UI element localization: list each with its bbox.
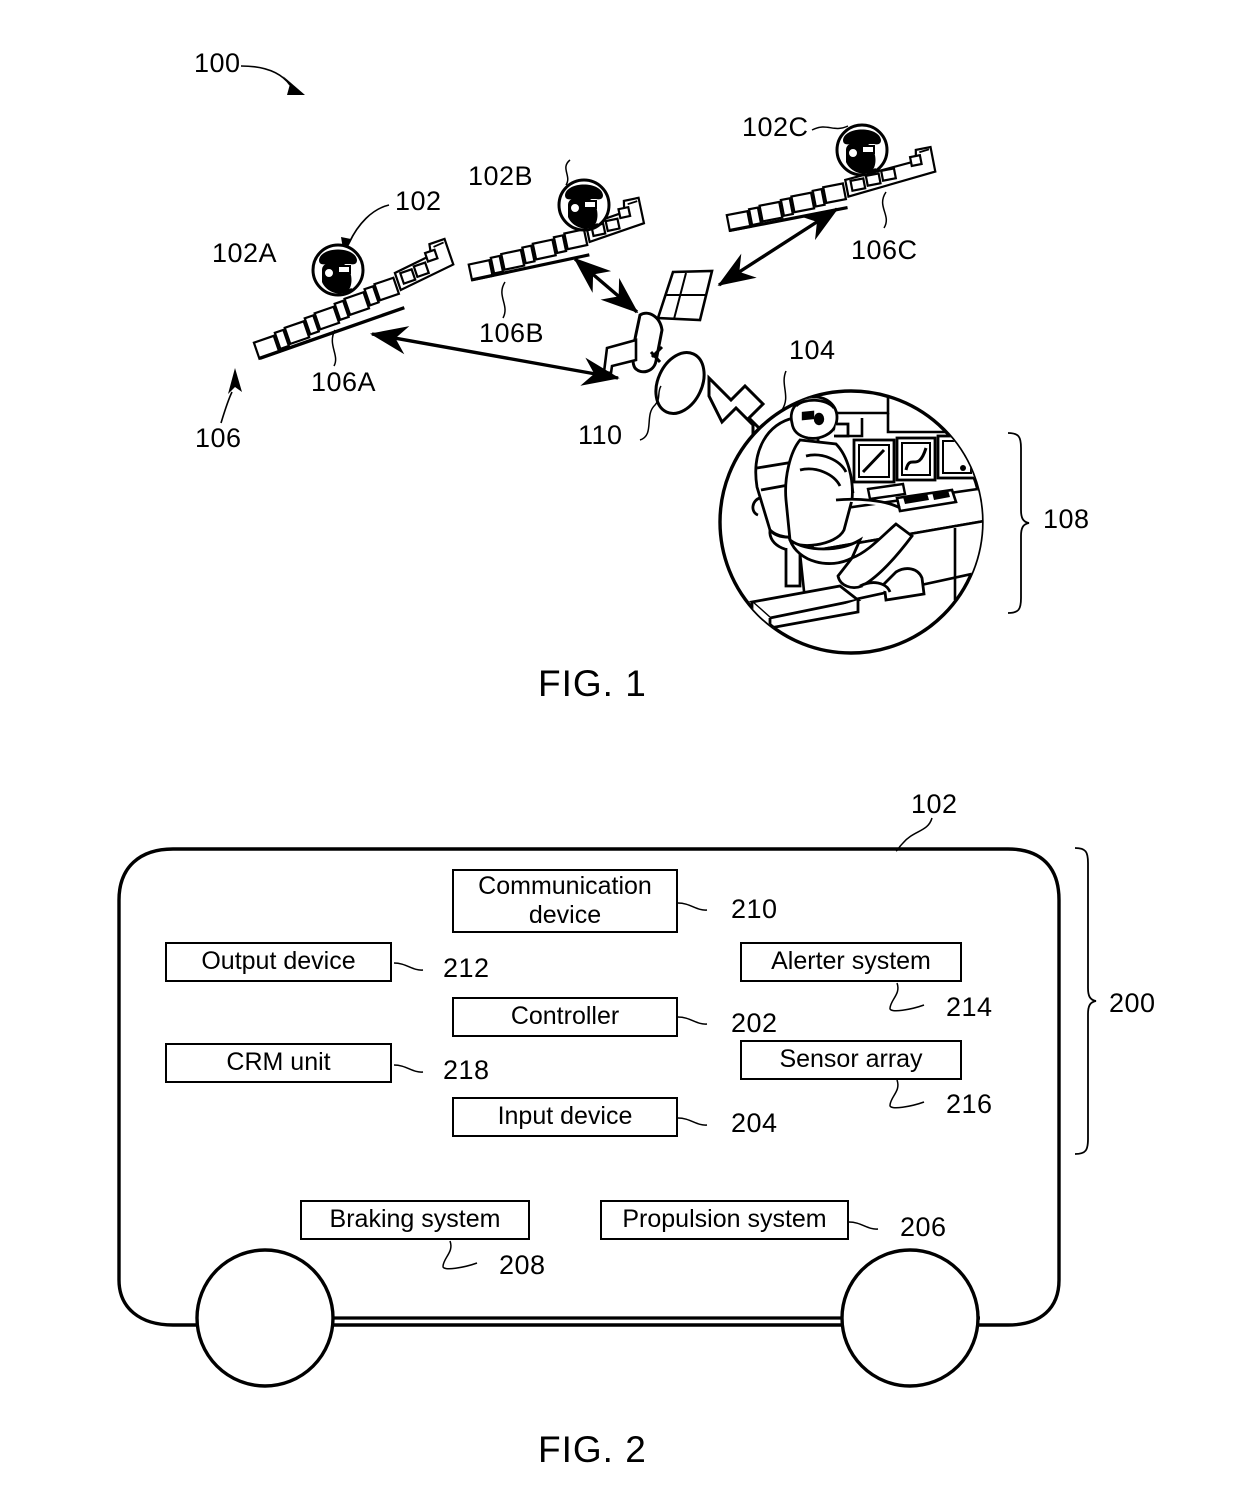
figure-1-caption: FIG. 1 bbox=[538, 663, 647, 704]
vehicle-consist-106B bbox=[467, 196, 646, 282]
vehicle-wheel-left bbox=[195, 1248, 335, 1388]
block-sensor-array[interactable]: Sensor array bbox=[740, 1040, 962, 1080]
ref-label-fig2-102: 102 bbox=[911, 789, 958, 819]
back-office-108 bbox=[718, 389, 984, 655]
ref-label-210: 210 bbox=[731, 894, 778, 924]
block-controller-label: Controller bbox=[510, 1002, 620, 1031]
operator-icon-102B bbox=[557, 178, 611, 232]
ref-label-102A: 102A bbox=[212, 238, 278, 268]
patent-drawing-sheet: 100 102 102A 102B 102C 104 106 106A 106B… bbox=[0, 0, 1240, 1504]
ref-label-102B: 102B bbox=[468, 161, 534, 191]
block-braking-system[interactable]: Braking system bbox=[300, 1200, 530, 1240]
ref-label-102: 102 bbox=[395, 186, 442, 216]
leader-100 bbox=[240, 65, 305, 95]
ref-label-206: 206 bbox=[900, 1212, 947, 1242]
ref-label-216: 216 bbox=[946, 1089, 993, 1119]
ref-label-106B: 106B bbox=[479, 318, 545, 348]
ref-label-214: 214 bbox=[946, 992, 993, 1022]
block-output-device[interactable]: Output device bbox=[165, 942, 392, 982]
block-alerter-system[interactable]: Alerter system bbox=[740, 942, 962, 982]
ref-label-200: 200 bbox=[1109, 988, 1156, 1018]
figure-1-group bbox=[220, 65, 1030, 655]
ref-label-108: 108 bbox=[1043, 504, 1090, 534]
operator-icon-102A bbox=[311, 243, 365, 297]
vehicle-consist-106C bbox=[725, 145, 937, 233]
block-controller[interactable]: Controller bbox=[452, 997, 678, 1037]
ref-label-106C: 106C bbox=[851, 235, 918, 265]
ref-label-102C: 102C bbox=[742, 112, 809, 142]
leader-106C bbox=[881, 191, 888, 229]
ref-label-104: 104 bbox=[789, 335, 836, 365]
link-satellite-to-106B bbox=[573, 257, 639, 314]
block-braking-system-label: Braking system bbox=[329, 1205, 501, 1234]
block-input-device[interactable]: Input device bbox=[452, 1097, 678, 1137]
block-sensor-array-label: Sensor array bbox=[779, 1045, 923, 1074]
leader-fig2-102 bbox=[895, 817, 933, 852]
block-input-device-label: Input device bbox=[497, 1102, 633, 1131]
bracket-200 bbox=[1074, 847, 1097, 1155]
operator-icon-102C bbox=[835, 123, 889, 177]
leader-102C bbox=[811, 125, 849, 131]
ref-label-204: 204 bbox=[731, 1108, 778, 1138]
figure-2-caption: FIG. 2 bbox=[538, 1429, 647, 1470]
block-crm-unit-label: CRM unit bbox=[226, 1048, 331, 1077]
drawing-vector-layer bbox=[117, 65, 1097, 1388]
block-crm-unit[interactable]: CRM unit bbox=[165, 1043, 392, 1083]
leader-106B bbox=[501, 281, 506, 319]
block-propulsion-system[interactable]: Propulsion system bbox=[600, 1200, 849, 1240]
ref-label-106A: 106A bbox=[311, 367, 377, 397]
ref-label-202: 202 bbox=[731, 1008, 778, 1038]
leader-102B bbox=[565, 159, 571, 186]
block-communication-device[interactable]: Communication device bbox=[452, 869, 678, 933]
block-alerter-system-label: Alerter system bbox=[771, 947, 931, 976]
bracket-108 bbox=[1007, 432, 1030, 614]
block-communication-device-label: Communication device bbox=[478, 871, 652, 930]
ref-label-212: 212 bbox=[443, 953, 490, 983]
ref-label-106: 106 bbox=[195, 423, 242, 453]
vehicle-wheel-right bbox=[840, 1248, 980, 1388]
ref-label-100: 100 bbox=[194, 48, 241, 78]
ref-label-110: 110 bbox=[578, 420, 623, 450]
leader-106 bbox=[220, 368, 242, 424]
ref-label-218: 218 bbox=[443, 1055, 490, 1085]
block-propulsion-system-label: Propulsion system bbox=[622, 1205, 827, 1234]
block-output-device-label: Output device bbox=[201, 947, 356, 976]
ref-label-208: 208 bbox=[499, 1250, 546, 1280]
leader-106A bbox=[331, 329, 337, 367]
